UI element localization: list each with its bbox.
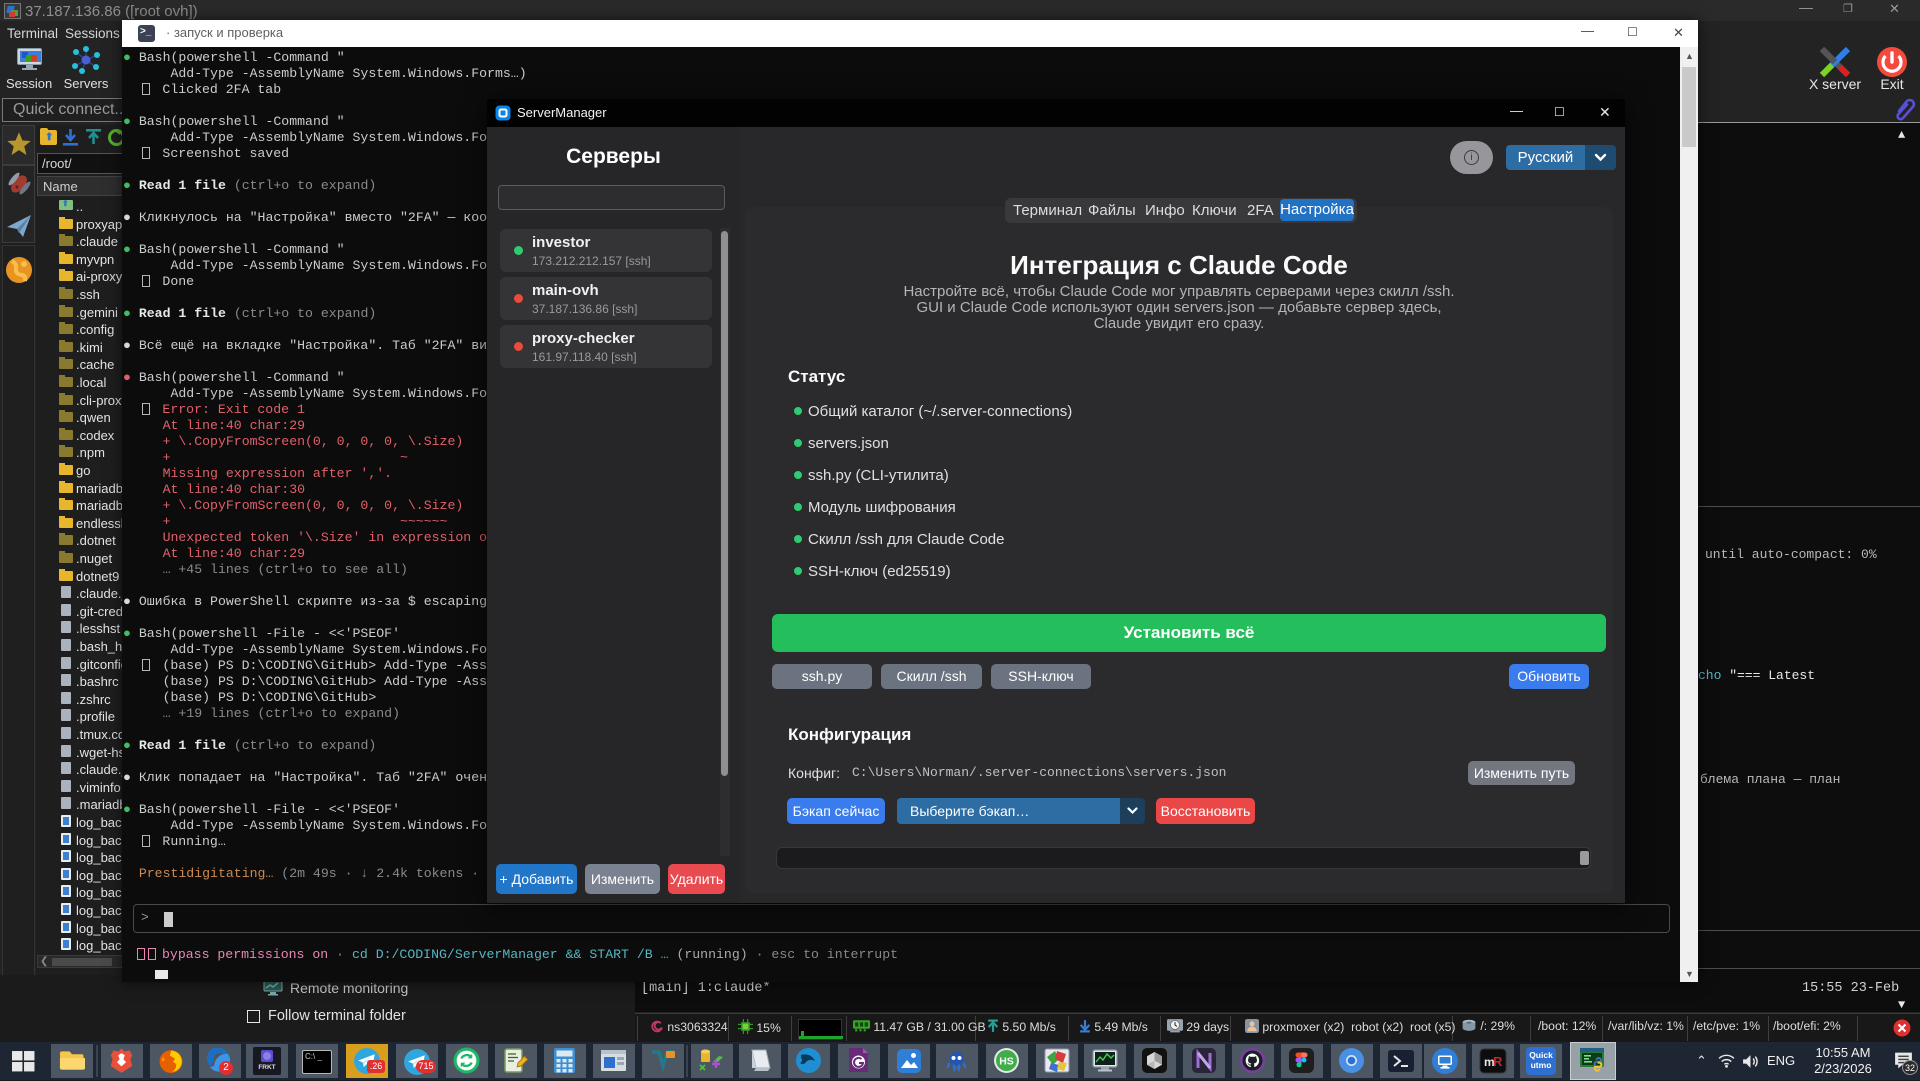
svg-text:HS: HS [999,1056,1014,1068]
svg-text:R: R [1493,1054,1503,1069]
